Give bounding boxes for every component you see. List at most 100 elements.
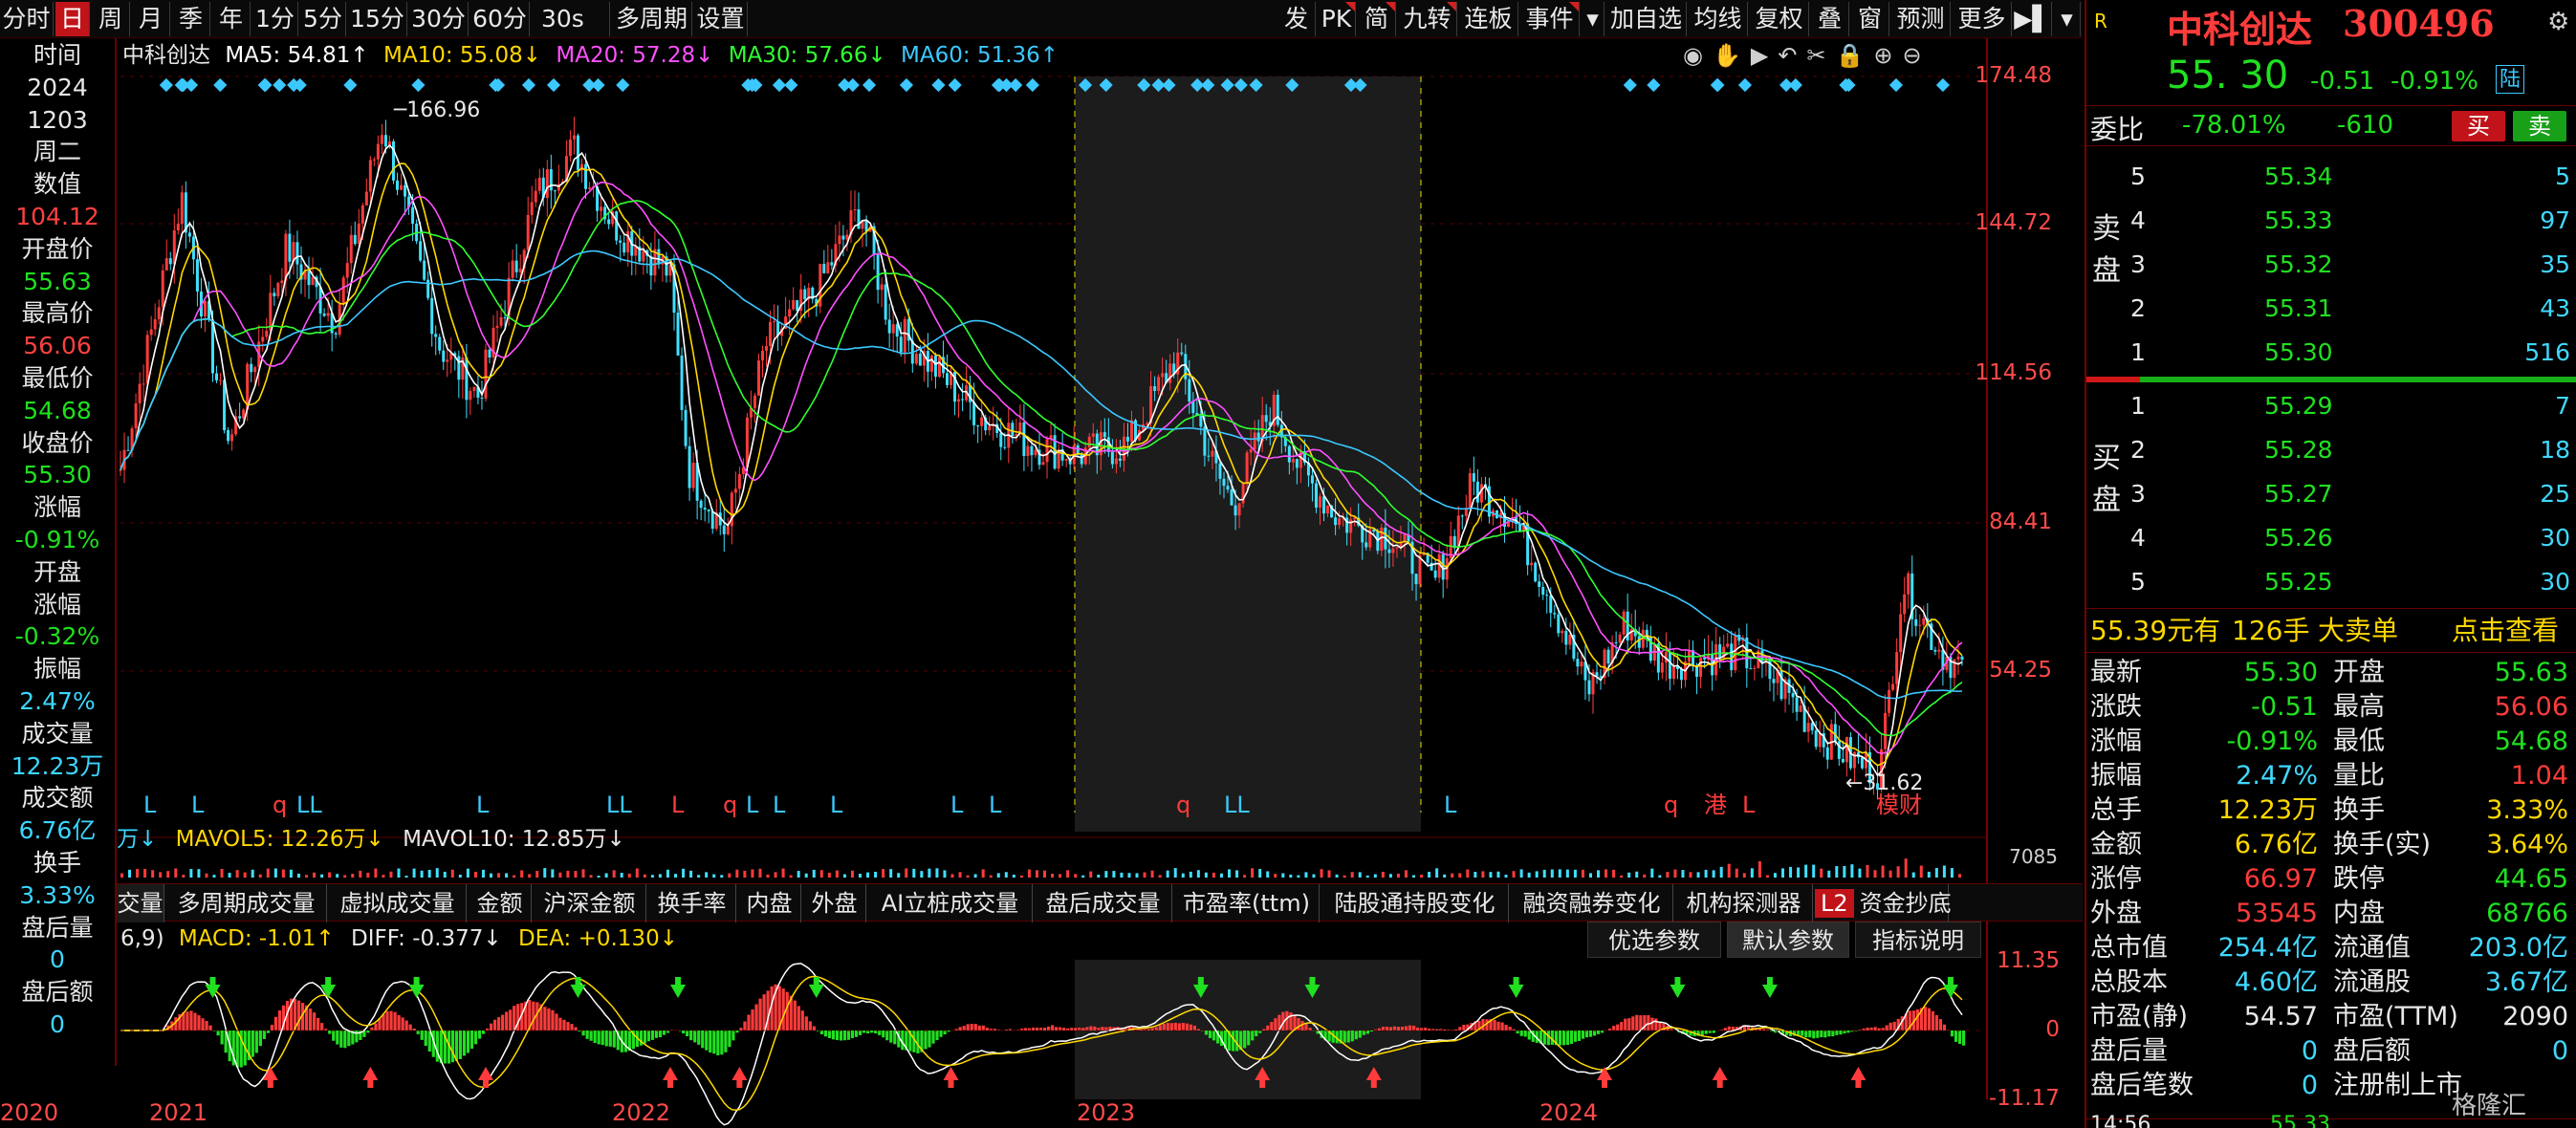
event-letter-marker[interactable]: L	[830, 792, 843, 818]
event-letter-marker[interactable]: L	[989, 792, 1002, 818]
bid-row[interactable]: 1 55.29 7	[2086, 386, 2576, 426]
bid-row[interactable]: 3 55.27 25	[2086, 474, 2576, 514]
event-letter-marker[interactable]: q	[273, 792, 287, 818]
bid-row[interactable]: 5 55.25 30	[2086, 562, 2576, 602]
event-letter-marker[interactable]: L	[191, 792, 205, 818]
event-diamond-icon[interactable]	[616, 77, 630, 93]
event-diamond-icon[interactable]	[772, 77, 787, 93]
macd-bar	[958, 1027, 962, 1030]
event-letter-marker[interactable]: L	[746, 792, 759, 818]
event-diamond-icon[interactable]	[1737, 77, 1753, 93]
indicator-tab-12[interactable]: 融资融券变化	[1511, 884, 1673, 922]
candle-body	[1614, 641, 1618, 643]
event-letter-marker[interactable]: L	[476, 792, 490, 818]
event-letter-marker[interactable]: L	[671, 792, 685, 818]
event-letter-marker[interactable]: L	[773, 792, 786, 818]
candle-body	[250, 363, 253, 373]
macd-bar	[1059, 1027, 1062, 1030]
event-diamond-icon[interactable]	[948, 77, 962, 93]
event-report-marker[interactable]: 模财	[1876, 792, 1922, 818]
ask-row[interactable]: 3 55.32 35	[2086, 245, 2576, 285]
event-diamond-icon[interactable]	[1623, 77, 1637, 93]
event-letter-marker[interactable]: q	[1176, 792, 1190, 818]
volume-bar	[1735, 868, 1738, 878]
event-diamond-icon[interactable]	[1935, 77, 1951, 93]
event-diamond-icon[interactable]	[591, 77, 605, 93]
candle-body	[1479, 484, 1483, 503]
event-letter-marker[interactable]: L	[950, 792, 964, 818]
event-diamond-icon[interactable]	[159, 77, 173, 93]
gear-icon[interactable]: ⚙	[2547, 8, 2569, 36]
macd-bar	[1377, 1028, 1382, 1030]
volume-bar	[966, 875, 970, 878]
event-diamond-icon[interactable]	[411, 77, 426, 93]
event-diamond-icon[interactable]	[999, 77, 1014, 93]
event-diamond-icon[interactable]	[213, 77, 228, 93]
stat-label: 注册制上市	[2333, 1071, 2462, 1100]
indicator-tab-4[interactable]: 沪深金额	[534, 884, 646, 922]
event-letter-marker[interactable]: LL	[296, 792, 322, 818]
indicator-tab-10[interactable]: 市盈率(ttm)	[1174, 884, 1320, 922]
event-diamond-icon[interactable]	[273, 77, 287, 93]
indicator-tab-11[interactable]: 陆股通持股变化	[1321, 884, 1509, 922]
indicator-tab-0[interactable]: 交量	[117, 884, 164, 922]
event-diamond-icon[interactable]	[931, 77, 946, 93]
event-diamond-icon[interactable]	[862, 77, 877, 93]
ask-row[interactable]: 1 55.30 516	[2086, 333, 2576, 373]
event-diamond-icon[interactable]	[176, 77, 190, 93]
candle-body	[149, 329, 153, 336]
volume-bar	[1289, 874, 1293, 878]
event-letter-marker[interactable]: L	[1742, 792, 1756, 818]
buy-button[interactable]: 买	[2452, 111, 2505, 141]
candle-body	[619, 240, 622, 243]
event-letter-marker[interactable]: L	[143, 792, 157, 818]
bid-row[interactable]: 4 55.26 30	[2086, 518, 2576, 558]
param-btn-2[interactable]: 指标说明	[1855, 922, 1981, 958]
big-order-row[interactable]: 55.39元有 126手 大卖单 点击查看	[2086, 612, 2576, 650]
indicator-tab-14[interactable]: L2 资金抄底	[1815, 884, 1952, 922]
event-letter-marker[interactable]: q	[723, 792, 737, 818]
indicator-tab-7[interactable]: 外盘	[803, 884, 866, 922]
candle-body	[680, 355, 684, 410]
event-diamond-icon[interactable]	[1710, 77, 1724, 93]
event-diamond-icon[interactable]	[899, 77, 914, 93]
event-diamond-icon[interactable]	[838, 77, 852, 93]
time-tick-4: 2024	[1539, 1099, 1599, 1126]
indicator-tab-3[interactable]: 金额	[469, 884, 532, 922]
sell-button[interactable]: 卖	[2513, 111, 2566, 141]
ma5-line	[120, 143, 1963, 777]
event-letter-marker[interactable]: LL	[606, 792, 632, 818]
candle-body	[707, 510, 710, 511]
event-diamond-icon[interactable]	[343, 77, 358, 93]
ask-row[interactable]: 5 55.34 5	[2086, 157, 2576, 197]
candle-body	[688, 445, 691, 488]
event-diamond-icon[interactable]	[784, 77, 798, 93]
event-diamond-icon[interactable]	[257, 77, 272, 93]
event-hk-marker[interactable]: 港	[1704, 792, 1727, 818]
indicator-tab-13[interactable]: 机构探测器	[1675, 884, 1813, 922]
event-diamond-icon[interactable]	[489, 77, 503, 93]
indicator-tab-8[interactable]: AI立桩成交量	[868, 884, 1033, 922]
indicator-tab-2[interactable]: 虚拟成交量	[329, 884, 467, 922]
candle-body	[1668, 651, 1671, 680]
bid-row[interactable]: 2 55.28 18	[2086, 430, 2576, 470]
event-diamond-icon[interactable]	[1788, 77, 1802, 93]
event-letter-marker[interactable]: L	[1444, 792, 1457, 818]
event-diamond-icon[interactable]	[1888, 77, 1904, 93]
event-diamond-icon[interactable]	[1647, 77, 1661, 93]
event-letter-marker[interactable]: LL	[1224, 792, 1250, 818]
event-diamond-icon[interactable]	[546, 77, 561, 93]
volume-bar	[1127, 873, 1131, 878]
param-btn-1[interactable]: 默认参数	[1727, 922, 1849, 958]
indicator-tab-1[interactable]: 多周期成交量	[166, 884, 327, 922]
event-letter-marker[interactable]: q	[1664, 792, 1678, 818]
big-order-link[interactable]: 点击查看	[2452, 612, 2559, 650]
indicator-tab-9[interactable]: 盘后成交量	[1035, 884, 1172, 922]
param-btn-0[interactable]: 优选参数	[1587, 922, 1721, 958]
ask-row[interactable]: 4 55.33 97	[2086, 201, 2576, 241]
ask-row[interactable]: 2 55.31 43	[2086, 289, 2576, 329]
event-diamond-icon[interactable]	[1025, 77, 1039, 93]
event-diamond-icon[interactable]	[521, 77, 536, 93]
indicator-tab-5[interactable]: 换手率	[648, 884, 736, 922]
indicator-tab-6[interactable]: 内盘	[738, 884, 801, 922]
